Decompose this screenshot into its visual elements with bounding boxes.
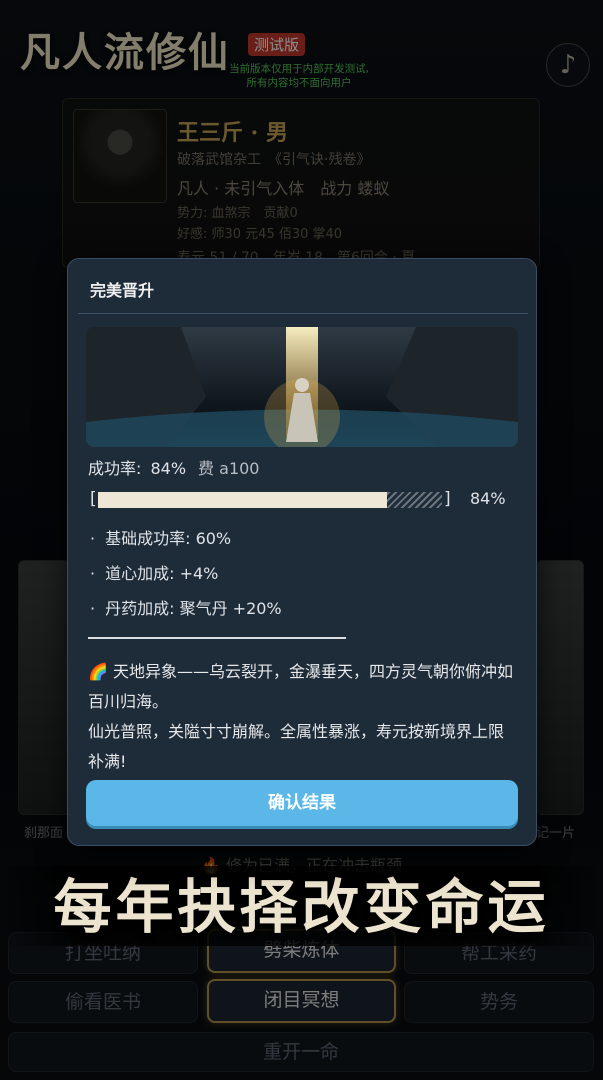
bonus-base-rate: 基础成功率: 60% [105,529,232,548]
cost-text: 费 a100 [198,459,260,478]
success-rate-value: 84% [150,459,187,478]
progress-percent: 84% [470,489,506,508]
narrative-paragraph-2: 仙光普照，关隘寸寸崩解。全属性暴涨，寿元按新境界上限补满! [88,722,505,771]
breakthrough-result-dialog: 完美晋升 成功率: 84% 费 a100 [ ] 84% · 基础成功率: 60… [67,258,537,846]
success-progress: [ ] 84% [90,489,506,511]
dialog-title: 完美晋升 [90,281,155,300]
progress-track [98,492,442,508]
breakthrough-illustration [86,327,518,447]
success-rate-line: 成功率: 84% 费 a100 [88,455,259,479]
bar-bracket-left: [ [90,489,97,509]
bar-bracket-right: ] [444,489,451,509]
section-divider [88,637,346,639]
dialog-divider [78,313,528,314]
bonus-item: · 道心加成: +4% [90,564,219,583]
breakthrough-illustration-art [86,327,518,447]
narrative-text: 🌈 天地异象——乌云裂开，金瀑垂天，四方灵气朝你俯冲如百川归海。 仙光普照，关隘… [88,657,514,777]
promo-banner-text: 每年抉择改变命运 [53,873,550,941]
confirm-result-button[interactable]: 确认结果 [86,780,518,826]
narrative-paragraph-1: 🌈 天地异象——乌云裂开，金瀑垂天，四方灵气朝你俯冲如百川归海。 [88,662,514,711]
progress-fill [98,492,387,508]
success-rate-label: 成功率: [88,459,147,478]
bonus-dao-heart: 道心加成: +4% [105,564,219,583]
bonus-item: · 基础成功率: 60% [90,529,232,548]
bonus-item: · 丹药加成: 聚气丹 +20% [90,599,282,618]
bonus-pill: 丹药加成: 聚气丹 +20% [105,599,282,618]
